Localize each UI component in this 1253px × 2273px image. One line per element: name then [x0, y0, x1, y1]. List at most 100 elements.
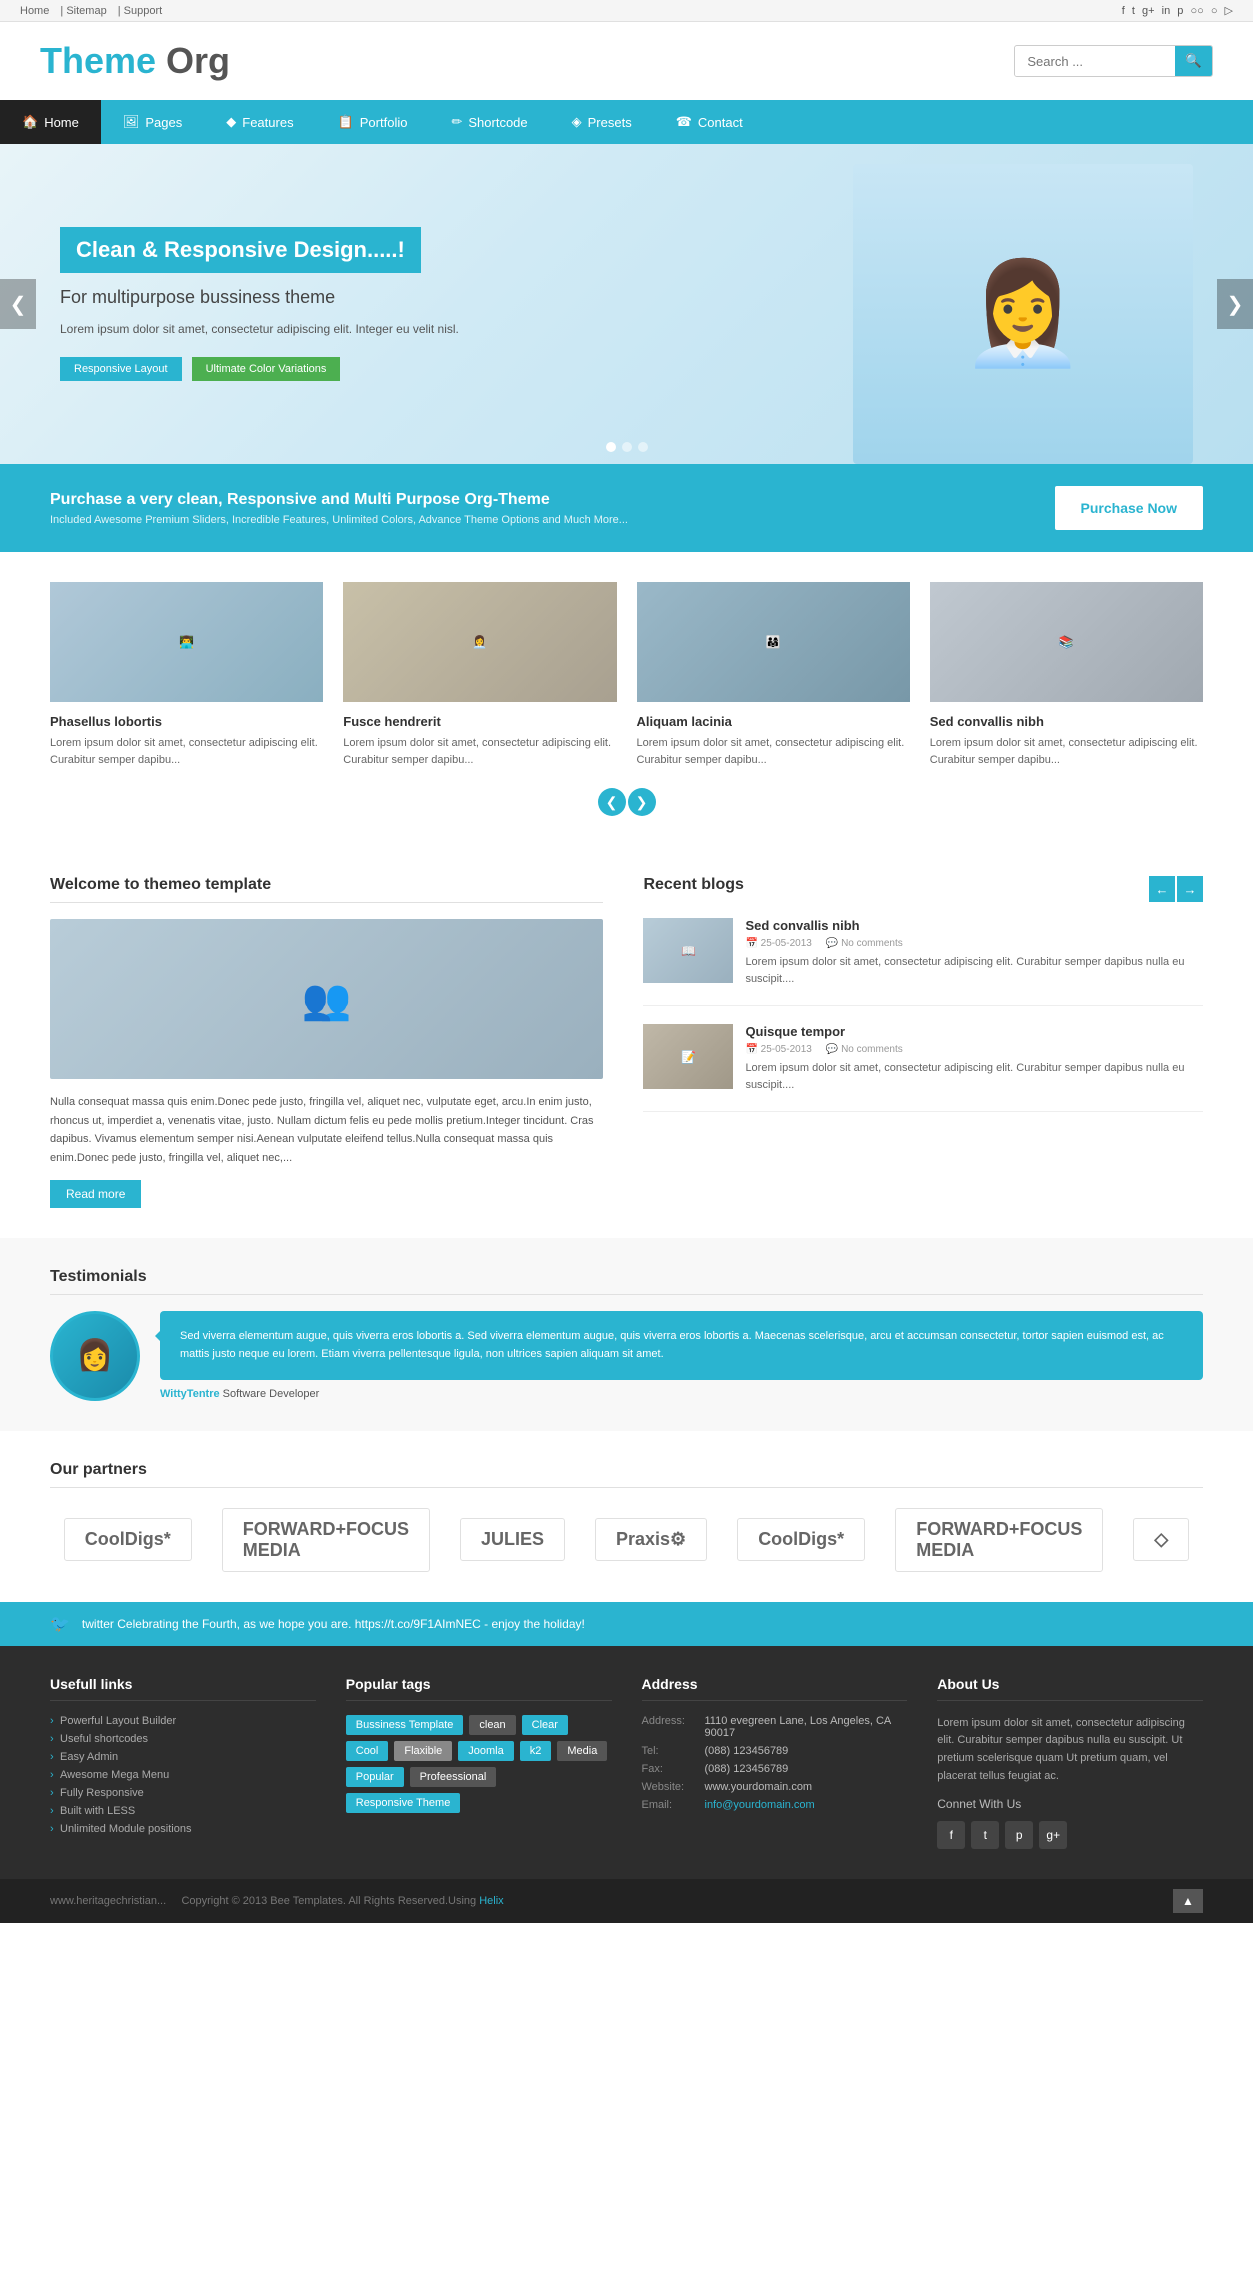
presets-nav-icon: ◈ — [572, 114, 582, 130]
blog-next-button[interactable]: → — [1177, 876, 1203, 902]
purchase-subtext: Included Awesome Premium Sliders, Incred… — [50, 514, 628, 526]
nav-contact[interactable]: ☎ Contact — [654, 100, 765, 144]
hero-text: Lorem ipsum dolor sit amet, consectetur … — [60, 320, 459, 339]
cards-next-button[interactable]: ❯ — [628, 788, 656, 816]
footer-col-links: Usefull links Powerful Layout Builder Us… — [50, 1676, 316, 1849]
gplus-icon[interactable]: g+ — [1142, 5, 1155, 17]
social-twitter[interactable]: t — [971, 1821, 999, 1849]
blog-column: Recent blogs ← → 📖 Sed convallis nibh 📅 … — [643, 876, 1203, 1208]
partners-title: Our partners — [50, 1461, 1203, 1488]
tag-popular[interactable]: Popular — [346, 1767, 404, 1787]
hero-dot-1[interactable] — [606, 442, 616, 452]
footer-col-about: About Us Lorem ipsum dolor sit amet, con… — [937, 1676, 1203, 1849]
address-label-website: Website: — [642, 1781, 697, 1793]
copyright-text: www.heritagechristian... Copyright © 201… — [50, 1895, 504, 1907]
footer-about-text: Lorem ipsum dolor sit amet, consectetur … — [937, 1715, 1203, 1785]
blog-post-title-1: Sed convallis nibh — [745, 918, 1203, 933]
footer-tags-title: Popular tags — [346, 1676, 612, 1701]
helix-link[interactable]: Helix — [479, 1895, 503, 1907]
hero-next-button[interactable]: ❯ — [1217, 279, 1253, 329]
footer-link-7[interactable]: Unlimited Module positions — [50, 1823, 316, 1835]
read-more-button[interactable]: Read more — [50, 1180, 141, 1208]
hero-dot-2[interactable] — [622, 442, 632, 452]
hero-title: Clean & Responsive Design.....! — [60, 227, 421, 273]
nav-shortcode[interactable]: ✏ Shortcode — [429, 100, 549, 144]
address-label-email: Email: — [642, 1799, 697, 1811]
twitter-text: twitter Celebrating the Fourth, as we ho… — [82, 1617, 585, 1631]
blog-header: Recent blogs ← → — [643, 876, 1203, 902]
footer-link-4[interactable]: Awesome Mega Menu — [50, 1769, 316, 1781]
facebook-icon[interactable]: f — [1122, 5, 1125, 17]
extra-icon1: ○○ — [1190, 5, 1203, 17]
social-pinterest[interactable]: p — [1005, 1821, 1033, 1849]
pinterest-icon[interactable]: p — [1177, 5, 1183, 17]
nav-home[interactable]: 🏠 Home — [0, 100, 101, 144]
linkedin-icon[interactable]: in — [1162, 5, 1171, 17]
footer: Usefull links Powerful Layout Builder Us… — [0, 1646, 1253, 1879]
tag-flaxible[interactable]: Flaxible — [394, 1741, 452, 1761]
testimonials-section: Testimonials 👩 Sed viverra elementum aug… — [0, 1238, 1253, 1431]
main-nav: 🏠 Home 🖼 Pages ◆ Features 📋 Portfolio ✏ … — [0, 100, 1253, 144]
partner-logo-6: FORWARD+FOCUSMEDIA — [895, 1508, 1103, 1572]
blog-meta-2: 📅 25-05-2013 💬 No comments — [745, 1044, 1203, 1055]
extra-icon3: ▷ — [1225, 5, 1233, 17]
partner-logo-1: CoolDigs* — [64, 1518, 192, 1561]
footer-link-1[interactable]: Powerful Layout Builder — [50, 1715, 316, 1727]
tag-profeessional[interactable]: Profeessional — [410, 1767, 497, 1787]
blog-excerpt-2: Lorem ipsum dolor sit amet, consectetur … — [745, 1060, 1203, 1093]
card-text-2: Lorem ipsum dolor sit amet, consectetur … — [343, 735, 616, 768]
email-link[interactable]: info@yourdomain.com — [705, 1799, 815, 1811]
tag-joomla[interactable]: Joomla — [458, 1741, 513, 1761]
pages-nav-icon: 🖼 — [123, 114, 140, 130]
address-fax-row: Fax: (088) 123456789 — [642, 1763, 908, 1775]
home-link[interactable]: Home — [20, 5, 49, 17]
card-4: 📚 Sed convallis nibh Lorem ipsum dolor s… — [930, 582, 1203, 768]
blog-prev-button[interactable]: ← — [1149, 876, 1175, 902]
hero-btn-color[interactable]: Ultimate Color Variations — [192, 357, 341, 381]
twitter-icon[interactable]: t — [1132, 5, 1135, 17]
hero-btn-responsive[interactable]: Responsive Layout — [60, 357, 182, 381]
search-input[interactable] — [1015, 47, 1175, 76]
address-label-fax: Fax: — [642, 1763, 697, 1775]
welcome-column: Welcome to themeo template 👥 Nulla conse… — [50, 876, 603, 1208]
nav-features[interactable]: ◆ Features — [204, 100, 315, 144]
purchase-now-button[interactable]: Purchase Now — [1055, 486, 1203, 530]
card-title-2: Fusce hendrerit — [343, 714, 616, 729]
hero-prev-button[interactable]: ❮ — [0, 279, 36, 329]
footer-about-title: About Us — [937, 1676, 1203, 1701]
partner-logo-7: ◇ — [1133, 1518, 1189, 1561]
nav-portfolio[interactable]: 📋 Portfolio — [316, 100, 430, 144]
social-gplus[interactable]: g+ — [1039, 1821, 1067, 1849]
scroll-top-button[interactable]: ▲ — [1173, 1889, 1203, 1913]
blog-date-1: 📅 25-05-2013 — [745, 938, 811, 949]
testimonial-box: 👩 Sed viverra elementum augue, quis vive… — [50, 1311, 1203, 1401]
logo-org: Org — [156, 40, 230, 81]
nav-presets[interactable]: ◈ Presets — [550, 100, 654, 144]
shortcode-nav-icon: ✏ — [451, 114, 462, 130]
footer-link-6[interactable]: Built with LESS — [50, 1805, 316, 1817]
nav-pages[interactable]: 🖼 Pages — [101, 100, 204, 144]
tag-clean[interactable]: clean — [469, 1715, 515, 1735]
tag-k2[interactable]: k2 — [520, 1741, 552, 1761]
tag-clear[interactable]: Clear — [522, 1715, 568, 1735]
partners-section: Our partners CoolDigs* FORWARD+FOCUSMEDI… — [0, 1431, 1253, 1602]
tag-cool[interactable]: Cool — [346, 1741, 389, 1761]
hero-dot-3[interactable] — [638, 442, 648, 452]
hero-person-placeholder: 👩‍💼 — [961, 256, 1086, 373]
partner-logo-4: Praxis⚙ — [595, 1518, 707, 1561]
blog-excerpt-1: Lorem ipsum dolor sit amet, consectetur … — [745, 954, 1203, 987]
card-image-2: 👩‍💼 — [343, 582, 616, 702]
footer-link-5[interactable]: Fully Responsive — [50, 1787, 316, 1799]
footer-link-3[interactable]: Easy Admin — [50, 1751, 316, 1763]
home-nav-icon: 🏠 — [22, 114, 38, 130]
support-link[interactable]: Support — [124, 5, 163, 17]
tag-bussiness[interactable]: Bussiness Template — [346, 1715, 464, 1735]
sitemap-link[interactable]: Sitemap — [66, 5, 106, 17]
footer-link-2[interactable]: Useful shortcodes — [50, 1733, 316, 1745]
social-facebook[interactable]: f — [937, 1821, 965, 1849]
tag-media[interactable]: Media — [557, 1741, 607, 1761]
tag-responsive[interactable]: Responsive Theme — [346, 1793, 461, 1813]
search-button[interactable]: 🔍 — [1175, 46, 1212, 76]
footer-grid: Usefull links Powerful Layout Builder Us… — [50, 1676, 1203, 1849]
cards-prev-button[interactable]: ❮ — [598, 788, 626, 816]
